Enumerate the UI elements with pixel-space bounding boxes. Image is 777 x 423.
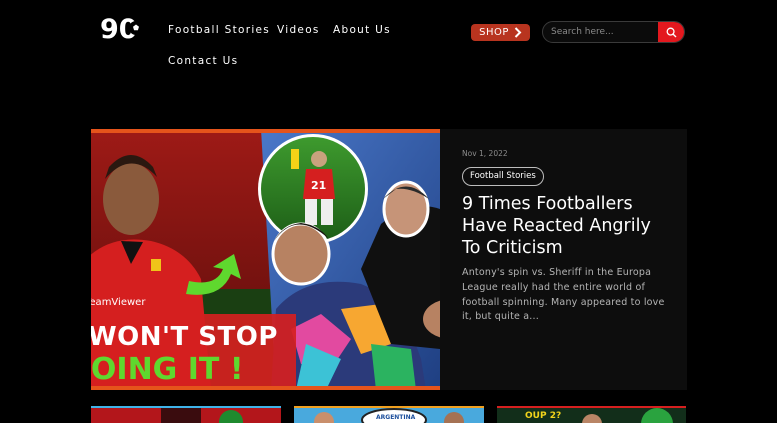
thumbnail-image-1 xyxy=(91,408,281,423)
thumbnail-label-2: ARGENTINA xyxy=(376,414,416,421)
post-excerpt: Antony's spin vs. Sheriff in the Europa … xyxy=(462,267,665,323)
hero-illustration: 21 WON'T STOP DOING IT ! TeamViewer xyxy=(91,129,440,390)
thumbnail-card-1[interactable] xyxy=(91,406,281,423)
hero-sponsor: TeamViewer xyxy=(91,297,146,308)
featured-image[interactable]: 21 WON'T STOP DOING IT ! TeamViewer xyxy=(91,129,440,390)
hero-top-border xyxy=(91,129,440,133)
nav-contact-us[interactable]: Contact Us xyxy=(168,55,238,67)
nav-videos[interactable]: Videos xyxy=(277,24,320,36)
chevron-right-icon xyxy=(514,27,522,38)
soccer-ball-icon xyxy=(129,21,143,35)
search-input[interactable] xyxy=(543,22,660,42)
thumbnail-card-2[interactable]: ARGENTINA xyxy=(294,406,484,423)
search-button[interactable] xyxy=(658,22,684,42)
featured-post: 21 WON'T STOP DOING IT ! TeamViewer xyxy=(91,129,687,390)
shop-label: SHOP xyxy=(479,27,509,38)
shop-button[interactable]: SHOP xyxy=(471,24,530,41)
hero-jersey-number: 21 xyxy=(311,179,326,192)
nav-football-stories[interactable]: Football Stories xyxy=(168,24,270,36)
post-date: Nov 1, 2022 xyxy=(462,149,508,158)
hero-text-line2: DOING IT ! xyxy=(91,352,244,387)
thumbnail-card-3[interactable]: OUP 2? xyxy=(497,406,686,423)
hero-bottom-border xyxy=(91,386,440,390)
search-box xyxy=(542,21,685,43)
hero-text-line1: WON'T STOP xyxy=(91,322,278,352)
nav-about-us[interactable]: About Us xyxy=(333,24,391,36)
post-category-tag[interactable]: Football Stories xyxy=(462,167,544,186)
search-icon xyxy=(666,27,676,37)
logo[interactable]: 90 xyxy=(100,14,148,42)
post-title[interactable]: 9 Times Footballers Have Reacted Angrily… xyxy=(462,193,672,259)
thumbnail-label-3: OUP 2? xyxy=(525,411,562,421)
